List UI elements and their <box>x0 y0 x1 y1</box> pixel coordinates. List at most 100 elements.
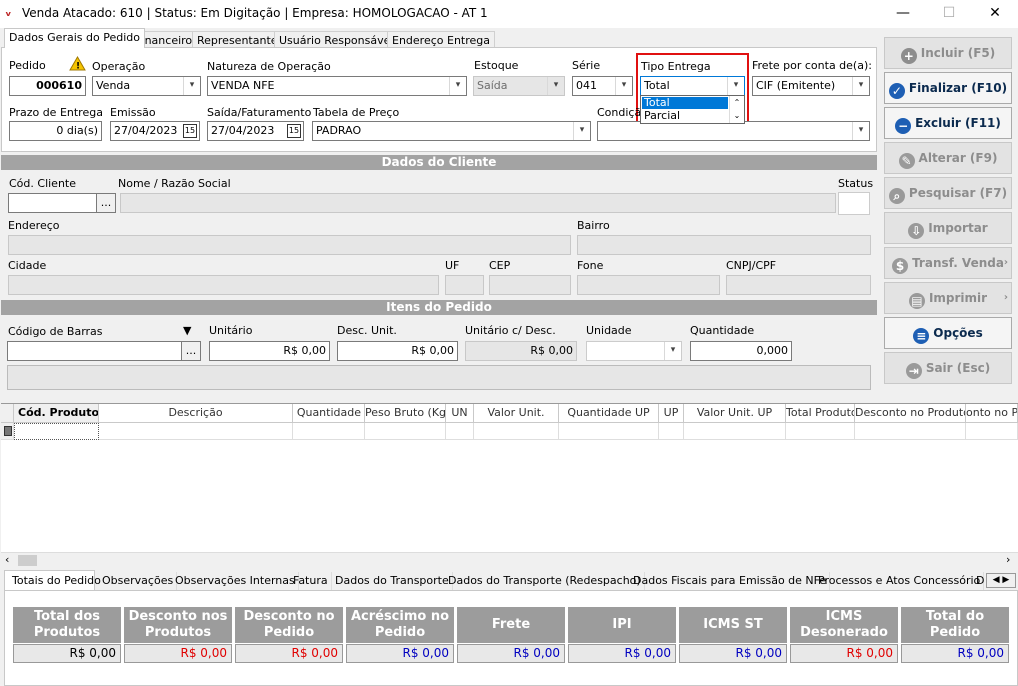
condicao-select[interactable]: ▾ <box>597 121 870 141</box>
total-header: Frete <box>457 607 565 643</box>
col-un[interactable]: UN <box>446 404 474 423</box>
tab-dados-gerais[interactable]: Dados Gerais do Pedido <box>4 28 145 48</box>
scroll-thumb[interactable] <box>18 555 37 566</box>
unit-desc-label: Unitário c/ Desc. <box>465 324 556 337</box>
tab-observacoes-internas[interactable]: Observações Internas <box>172 572 299 590</box>
option-total[interactable]: Total <box>642 97 728 109</box>
tipo-entrega-select[interactable]: Total ▾ <box>640 76 745 96</box>
scroll-right-icon[interactable]: › <box>1006 553 1010 566</box>
col-quantidade[interactable]: Quantidade <box>293 404 365 423</box>
grid-cell[interactable] <box>855 423 966 440</box>
cep-field <box>489 275 571 295</box>
cliente-lookup-button[interactable]: ... <box>96 193 116 213</box>
produto-lookup-button[interactable]: ... <box>181 341 201 361</box>
tab-scroll-arrows[interactable]: ◀ ▶ <box>986 573 1016 588</box>
serie-label: Série <box>572 59 601 72</box>
transfer-icon: $ <box>892 258 909 274</box>
grid-cell[interactable] <box>446 423 474 440</box>
operacao-select[interactable]: Venda ▾ <box>92 76 201 96</box>
tabela-select[interactable]: PADRAO ▾ <box>312 121 591 141</box>
saida-date[interactable]: 27/04/2023 15 <box>207 121 304 141</box>
close-button[interactable]: ✕ <box>972 0 1018 28</box>
total-value: R$ 0,00 <box>568 644 676 663</box>
pesquisar-f7-button[interactable]: ⌕ Pesquisar (F7) <box>884 177 1012 209</box>
excluir-f11-button[interactable]: − Excluir (F11) <box>884 107 1012 139</box>
import-icon: ⇩ <box>908 223 925 239</box>
emissao-date[interactable]: 27/04/2023 15 <box>110 121 200 141</box>
col-cod-produto[interactable]: Cód. Produto <box>14 404 99 423</box>
maximize-button[interactable]: ☐ <box>926 0 972 28</box>
grid-cell[interactable] <box>474 423 559 440</box>
unidade-label: Unidade <box>586 324 632 337</box>
tipo-entrega-label: Tipo Entrega <box>641 60 711 73</box>
grid-cell[interactable] <box>684 423 786 440</box>
desc-unit-field[interactable]: R$ 0,00 <box>337 341 458 361</box>
tab-dados-transporte[interactable]: Dados do Transporte <box>332 572 453 590</box>
estoque-label: Estoque <box>474 59 519 72</box>
grid-cell[interactable] <box>659 423 684 440</box>
prazo-field[interactable]: 0 dia(s) <box>9 121 102 141</box>
unitario-field[interactable]: R$ 0,00 <box>209 341 330 361</box>
grid-cell[interactable] <box>293 423 365 440</box>
opções-button[interactable]: ≡ Opções <box>884 317 1012 349</box>
horizontal-scrollbar[interactable]: ‹ › <box>1 552 1018 567</box>
saida-label: Saída/Faturamento <box>207 106 312 119</box>
chevron-down-icon: ▾ <box>183 77 200 95</box>
tab-observacoes[interactable]: Observações <box>99 572 178 590</box>
finalizar-f10-button[interactable]: ✓ Finalizar (F10) <box>884 72 1012 104</box>
minimize-button[interactable]: — <box>880 0 926 28</box>
col-quantidade-up[interactable]: Quantidade UP <box>559 404 659 423</box>
grid-cell[interactable] <box>99 423 293 440</box>
tab-dados-fiscais[interactable]: Dados Fiscais para Emissão de NFe <box>630 572 831 590</box>
grid-cell[interactable] <box>786 423 855 440</box>
col-peso-bruto[interactable]: Peso Bruto (Kg) <box>365 404 446 423</box>
incluir-f5-button[interactable]: + Incluir (F5) <box>884 37 1012 69</box>
button-label: Transf. Venda <box>912 256 1004 270</box>
chevron-down-icon: ▾ <box>727 77 744 95</box>
col-descricao[interactable]: Descrição <box>99 404 293 423</box>
cod-cliente-field[interactable] <box>8 193 97 213</box>
imprimir-button[interactable]: ▤ Imprimir › <box>884 282 1012 314</box>
natureza-value: VENDA NFE <box>211 79 275 92</box>
sair-esc-button[interactable]: ⇥ Sair (Esc) <box>884 352 1012 384</box>
calendar-icon[interactable]: 15 <box>287 124 301 138</box>
serie-select[interactable]: 041 ▾ <box>572 76 633 96</box>
tab-totais-pedido[interactable]: Totais do Pedido <box>9 572 104 590</box>
frete-label: Frete por conta de(a): <box>752 59 872 72</box>
tab-processos-atos[interactable]: Processos e Atos Concessório <box>815 572 985 590</box>
chevron-down-icon: ▾ <box>547 77 564 95</box>
app-window: ᵥ Venda Atacado: 610 | Status: Em Digita… <box>0 0 1018 686</box>
col-valor-unit[interactable]: Valor Unit. <box>474 404 559 423</box>
total-header: ICMS Desonerado <box>790 607 898 643</box>
calendar-icon[interactable]: 15 <box>183 124 197 138</box>
fone-label: Fone <box>577 259 604 272</box>
unidade-select[interactable]: ▾ <box>586 341 682 361</box>
alterar-f9-button[interactable]: ✎ Alterar (F9) <box>884 142 1012 174</box>
col-up[interactable]: UP <box>659 404 684 423</box>
dropdown-scrollbar[interactable]: ⌃ ⌄ <box>729 96 744 123</box>
grid-cell[interactable] <box>14 423 99 440</box>
total-value: R$ 0,00 <box>124 644 232 663</box>
option-parcial[interactable]: Parcial <box>642 110 728 122</box>
cnpj-label: CNPJ/CPF <box>726 259 777 272</box>
grid-cell[interactable] <box>966 423 1018 440</box>
codbarras-field[interactable] <box>7 341 182 361</box>
importar-button[interactable]: ⇩ Importar <box>884 212 1012 244</box>
grid-cell[interactable] <box>365 423 446 440</box>
col-total-produto[interactable]: Total Produto <box>786 404 855 423</box>
unit-desc-field: R$ 0,00 <box>465 341 577 361</box>
pedido-field[interactable]: 000610 <box>9 76 86 96</box>
caret-down-icon[interactable]: ▼ <box>183 324 191 337</box>
col-desconto-pedido[interactable]: onto no P <box>966 404 1018 423</box>
quantidade-field[interactable]: 0,000 <box>690 341 792 361</box>
scroll-left-icon[interactable]: ‹ <box>5 553 9 566</box>
col-valor-unit-up[interactable]: Valor Unit. UP <box>684 404 786 423</box>
col-desconto-produto[interactable]: Desconto no Produto <box>855 404 966 423</box>
tab-transporte-redespacho[interactable]: Dados do Transporte (Redespacho) <box>445 572 645 590</box>
button-label: Imprimir <box>928 291 988 305</box>
tab-fatura[interactable]: Fatura <box>290 572 332 590</box>
natureza-select[interactable]: VENDA NFE ▾ <box>207 76 467 96</box>
transf-venda-button[interactable]: $ Transf. Venda › <box>884 247 1012 279</box>
grid-cell[interactable] <box>559 423 659 440</box>
frete-select[interactable]: CIF (Emitente) ▾ <box>752 76 870 96</box>
